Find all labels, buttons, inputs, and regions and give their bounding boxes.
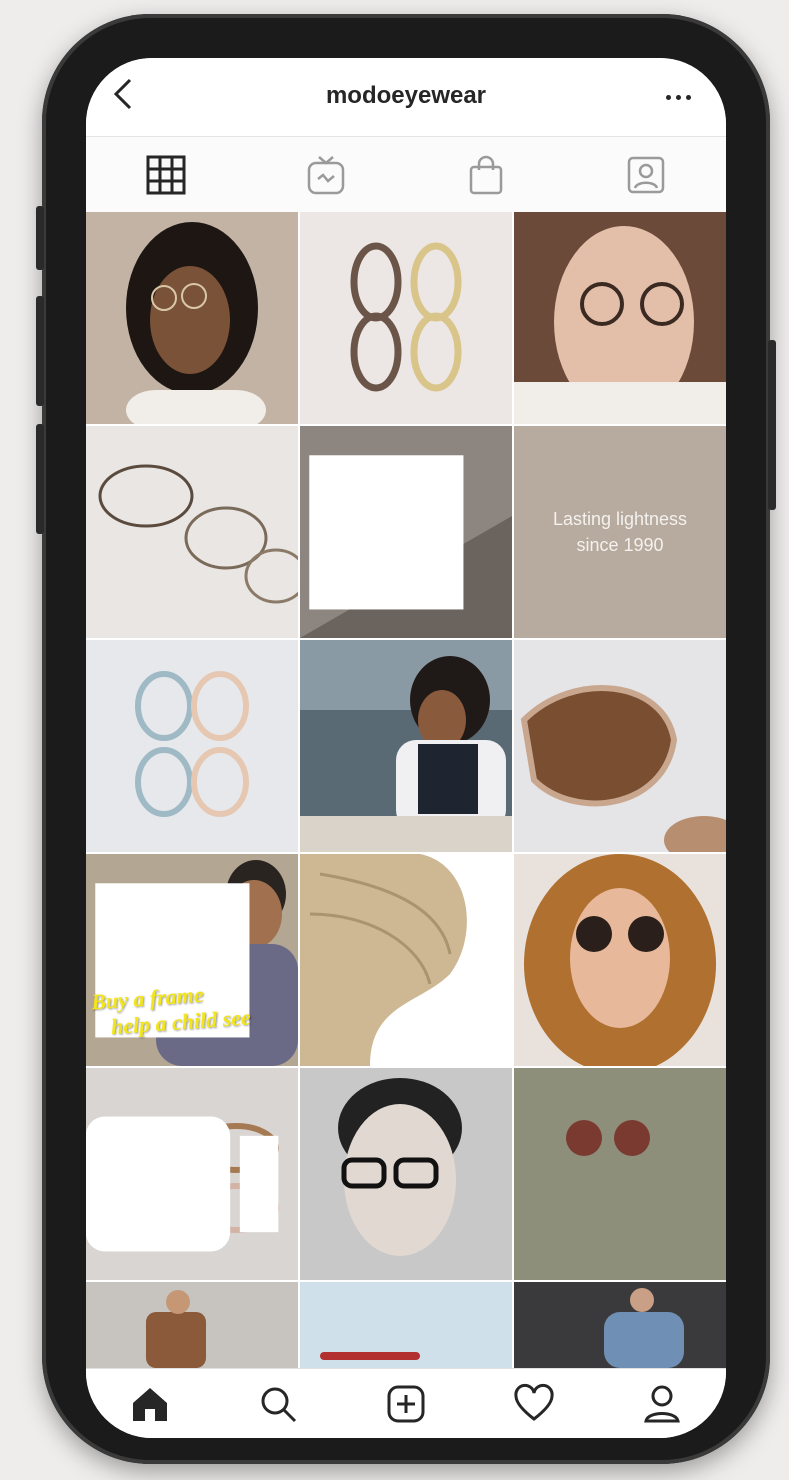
post-woman-denim[interactable] bbox=[514, 1282, 726, 1368]
post-round-sunglasses[interactable] bbox=[514, 1068, 726, 1280]
nav-home[interactable] bbox=[86, 1379, 214, 1429]
ellipsis-icon[interactable] bbox=[666, 92, 694, 102]
post-blue-pink-frames[interactable] bbox=[86, 640, 298, 852]
post-tortoise-frames[interactable] bbox=[86, 1068, 298, 1280]
grid-icon bbox=[146, 155, 186, 195]
tab-tagged[interactable] bbox=[566, 137, 726, 213]
nav-activity[interactable] bbox=[470, 1379, 598, 1429]
post-woman-sunglasses[interactable] bbox=[514, 854, 726, 1066]
post-child-writing[interactable] bbox=[300, 640, 512, 852]
bottom-navigation bbox=[86, 1368, 726, 1438]
search-icon bbox=[261, 1387, 297, 1423]
phone-side-button bbox=[36, 424, 44, 534]
profile-icon bbox=[644, 1385, 680, 1423]
tab-grid[interactable] bbox=[86, 137, 246, 213]
nav-search[interactable] bbox=[214, 1379, 342, 1429]
phone-side-button bbox=[36, 206, 44, 270]
post-blue-background-frames[interactable] bbox=[300, 1282, 512, 1368]
tagged-portrait-icon bbox=[627, 156, 665, 194]
page-title: modoeyewear bbox=[325, 82, 487, 109]
phone-side-button bbox=[768, 340, 776, 510]
multi-photo-icon bbox=[309, 455, 464, 610]
tab-igtv[interactable] bbox=[246, 137, 406, 213]
post-brown-sunglasses[interactable] bbox=[514, 640, 726, 852]
post-two-frames-stacked[interactable] bbox=[300, 212, 512, 424]
shopping-bag-icon bbox=[469, 155, 503, 195]
text-tile-caption: Lasting lightness since 1990 bbox=[514, 506, 726, 558]
nav-new-post[interactable] bbox=[342, 1379, 470, 1429]
text-tile-line-1: Lasting lightness bbox=[552, 509, 688, 529]
post-man-black-frames[interactable] bbox=[300, 1068, 512, 1280]
profile-tabs bbox=[86, 136, 726, 290]
video-icon bbox=[86, 1116, 279, 1252]
heart-icon bbox=[514, 1383, 554, 1421]
phone-side-button bbox=[36, 296, 44, 406]
profile-header: modoeyewear bbox=[86, 58, 726, 136]
post-buy-a-frame-promo[interactable]: Buy a frame help a child see bbox=[86, 854, 298, 1066]
post-text-tile[interactable]: Lasting lightness since 1990 bbox=[514, 426, 726, 638]
phone-screen: modoeyewear Lasting lightness since 1990… bbox=[86, 58, 726, 1438]
post-couple-on-stairs[interactable] bbox=[300, 426, 512, 638]
promo-caption: Buy a frame help a child see bbox=[90, 979, 251, 1042]
add-post-icon bbox=[387, 1385, 425, 1423]
home-icon bbox=[133, 1388, 167, 1421]
nav-profile[interactable] bbox=[598, 1379, 726, 1429]
post-woman-glasses-portrait[interactable] bbox=[86, 212, 298, 424]
text-tile-line-2: since 1990 bbox=[576, 535, 664, 555]
tab-shop[interactable] bbox=[406, 137, 566, 213]
posts-grid: Lasting lightness since 1990 Buy a frame… bbox=[86, 212, 726, 1368]
post-man-in-blazer[interactable] bbox=[86, 1282, 298, 1368]
post-metal-frames-closeup[interactable] bbox=[86, 426, 298, 638]
igtv-icon bbox=[307, 156, 345, 195]
post-woman-looking-down[interactable] bbox=[514, 212, 726, 424]
post-wood-texture[interactable] bbox=[300, 854, 512, 1066]
